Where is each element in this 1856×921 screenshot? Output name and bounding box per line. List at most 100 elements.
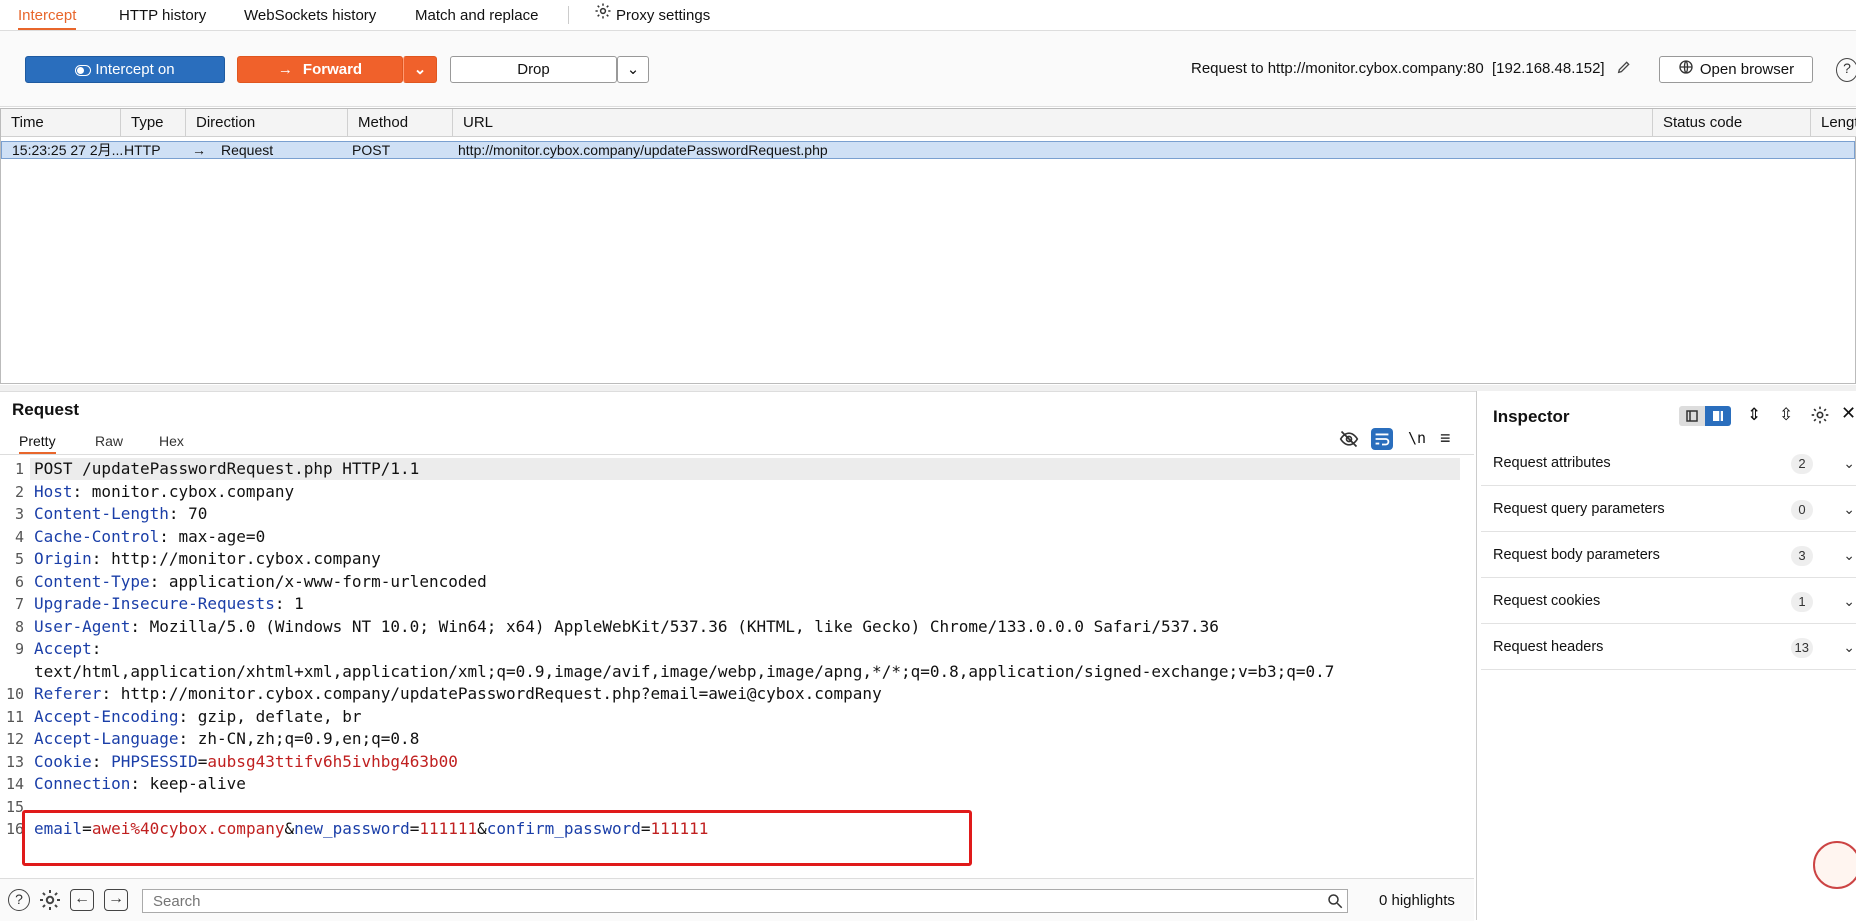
editor-line[interactable]: 14 Connection: keep-alive [0, 773, 1470, 795]
help-icon[interactable]: ? [8, 889, 30, 911]
header-name: Content-Length [34, 504, 169, 523]
subtab-raw[interactable]: Raw [95, 430, 123, 452]
code-text: : [91, 751, 112, 771]
editor-line[interactable]: 5 Origin: http://monitor.cybox.company [0, 548, 1470, 570]
editor-line[interactable]: 1 POST /updatePasswordRequest.php HTTP/1.… [0, 458, 1470, 480]
column-header-direction[interactable]: Direction [186, 109, 348, 137]
header-name: Connection [34, 774, 131, 793]
tab-websockets-history[interactable]: WebSockets history [244, 0, 376, 30]
search-input[interactable] [142, 889, 1348, 913]
line-code: Cookie: PHPSESSID=aubsg43ttifv6h5ivhbg46… [34, 751, 458, 773]
editor-line[interactable]: 9 Accept: [0, 638, 1470, 660]
drop-dropdown-button[interactable]: ⌄ [617, 56, 649, 83]
code-text: : zh-CN,zh;q=0.9,en;q=0.8 [178, 729, 420, 748]
subtab-hex[interactable]: Hex [159, 430, 184, 452]
editor-line[interactable]: text/html,application/xhtml+xml,applicat… [0, 661, 1470, 683]
editor-line[interactable]: 7 Upgrade-Insecure-Requests: 1 [0, 593, 1470, 615]
table-row[interactable]: 15:23:25 27 2月... HTTP → Request POST ht… [1, 141, 1855, 159]
inspector-section-request-body-parameters[interactable]: Request body parameters 3 ⌄ [1481, 533, 1856, 578]
tab-intercept[interactable]: Intercept [18, 0, 77, 30]
row-length [1806, 142, 1856, 158]
tab-proxy-settings[interactable]: Proxy settings [594, 0, 710, 30]
code-text: = [197, 751, 208, 771]
line-number: 7 [14, 595, 24, 613]
code-text: : Mozilla/5.0 (Windows NT 10.0; Win64; x… [130, 616, 1219, 636]
column-header-time[interactable]: Time [1, 109, 121, 137]
header-name: Accept-Encoding [34, 706, 179, 726]
edit-target-icon[interactable] [1616, 59, 1632, 79]
forward-dropdown-button[interactable]: ⌄ [403, 56, 437, 83]
inspector-section-label: Request attributes [1493, 455, 1611, 471]
editor-line[interactable]: 6 Content-Type: application/x-www-form-ur… [0, 571, 1470, 593]
line-code: Accept-Encoding: gzip, deflate, br [34, 706, 362, 728]
word-wrap-icon[interactable] [1371, 428, 1393, 450]
row-type: HTTP [124, 142, 161, 158]
line-number: 13 [5, 752, 24, 771]
header-name: Cookie [34, 751, 92, 771]
intercept-toolbar: Intercept on → Forward ⌄ Drop ⌄ Request t… [0, 31, 1856, 107]
editor-line[interactable]: 11 Accept-Encoding: gzip, deflate, br [0, 706, 1470, 728]
editor-line[interactable]: 13 Cookie: PHPSESSID=aubsg43ttifv6h5ivhbg… [0, 751, 1470, 773]
code-text: POST /updatePasswordRequest.php HTTP/1.1 [34, 459, 420, 478]
line-number: 10 [5, 685, 24, 703]
line-code: Host: monitor.cybox.company [34, 481, 294, 503]
subtab-pretty[interactable]: Pretty [19, 430, 56, 454]
editor-line[interactable]: 2 Host: monitor.cybox.company [0, 481, 1470, 503]
editor-bottom-bar: ? ← → 0 highlights [0, 878, 1474, 921]
header-name: Cache-Control [34, 526, 160, 546]
expand-all-icon[interactable]: ⇕ [1747, 405, 1761, 425]
editor-line[interactable]: 10 Referer: http://monitor.cybox.company/… [0, 683, 1470, 705]
layout-list-icon[interactable] [1679, 406, 1705, 426]
header-name: Upgrade-Insecure-Requests [34, 594, 275, 613]
layout-split-icon[interactable] [1705, 406, 1731, 426]
help-icon[interactable]: ? [1836, 58, 1856, 82]
open-browser-button[interactable]: Open browser [1659, 56, 1813, 83]
tab-http-history[interactable]: HTTP history [119, 0, 206, 30]
intercept-toggle-button[interactable]: Intercept on [25, 56, 225, 83]
inspector-section-label: Request body parameters [1493, 547, 1660, 563]
arrow-right-icon: → [277, 61, 293, 78]
column-header-length[interactable]: Length [1811, 109, 1856, 137]
header-name: Content-Type [34, 571, 150, 591]
hide-nonprintable-icon[interactable] [1339, 429, 1359, 453]
row-url: http://monitor.cybox.company/updatePassw… [458, 142, 828, 158]
request-target-label: Request to http://monitor.cybox.company:… [1191, 60, 1605, 77]
line-number: 15 [5, 797, 24, 816]
row-method: POST [352, 142, 391, 158]
chevron-down-icon: ⌄ [626, 61, 640, 78]
gear-icon[interactable] [1810, 405, 1830, 429]
chevron-down-icon: ⌄ [1843, 639, 1855, 655]
column-header-method[interactable]: Method [348, 109, 453, 137]
header-name: Accept [34, 639, 92, 658]
forward-arrow-icon[interactable]: → [104, 889, 128, 911]
inspector-section-label: Request cookies [1493, 593, 1601, 609]
mascot-avatar [1813, 841, 1856, 889]
column-header-url[interactable]: URL [453, 109, 1653, 137]
inspector-section-request-headers[interactable]: Request headers 13 ⌄ [1481, 625, 1856, 670]
column-header-type[interactable]: Type [121, 109, 186, 137]
tab-proxy-settings-label: Proxy settings [616, 7, 711, 24]
inspector-section-request-attributes[interactable]: Request attributes 2 ⌄ [1481, 441, 1856, 486]
column-header-status-code[interactable]: Status code [1653, 109, 1811, 137]
line-code: Referer: http://monitor.cybox.company/up… [34, 683, 882, 705]
param-name: PHPSESSID [111, 751, 198, 771]
inspector-section-request-query-parameters[interactable]: Request query parameters 0 ⌄ [1481, 487, 1856, 532]
menu-icon[interactable]: ≡ [1440, 428, 1451, 449]
editor-line[interactable]: 4 Cache-Control: max-age=0 [0, 526, 1470, 548]
globe-icon [1678, 58, 1694, 83]
line-code: User-Agent: Mozilla/5.0 (Windows NT 10.0… [34, 616, 1219, 638]
drop-button[interactable]: Drop [450, 56, 617, 83]
editor-line[interactable]: 3 Content-Length: 70 [0, 503, 1470, 525]
collapse-all-icon[interactable]: ⇳ [1779, 405, 1793, 425]
gear-icon[interactable] [38, 888, 62, 916]
editor-line[interactable]: 12 Accept-Language: zh-CN,zh;q=0.9,en;q=0… [0, 728, 1470, 750]
editor-line[interactable]: 8 User-Agent: Mozilla/5.0 (Windows NT 10.… [0, 616, 1470, 638]
back-arrow-icon[interactable]: ← [70, 889, 94, 911]
inspector-section-request-cookies[interactable]: Request cookies 1 ⌄ [1481, 579, 1856, 624]
line-number: 4 [14, 527, 24, 546]
header-name: Host [34, 481, 73, 501]
newline-toggle-icon[interactable]: \n [1408, 429, 1426, 447]
forward-button[interactable]: → Forward [237, 56, 403, 83]
tab-match-and-replace[interactable]: Match and replace [415, 0, 538, 30]
close-icon[interactable]: ✕ [1841, 403, 1856, 424]
